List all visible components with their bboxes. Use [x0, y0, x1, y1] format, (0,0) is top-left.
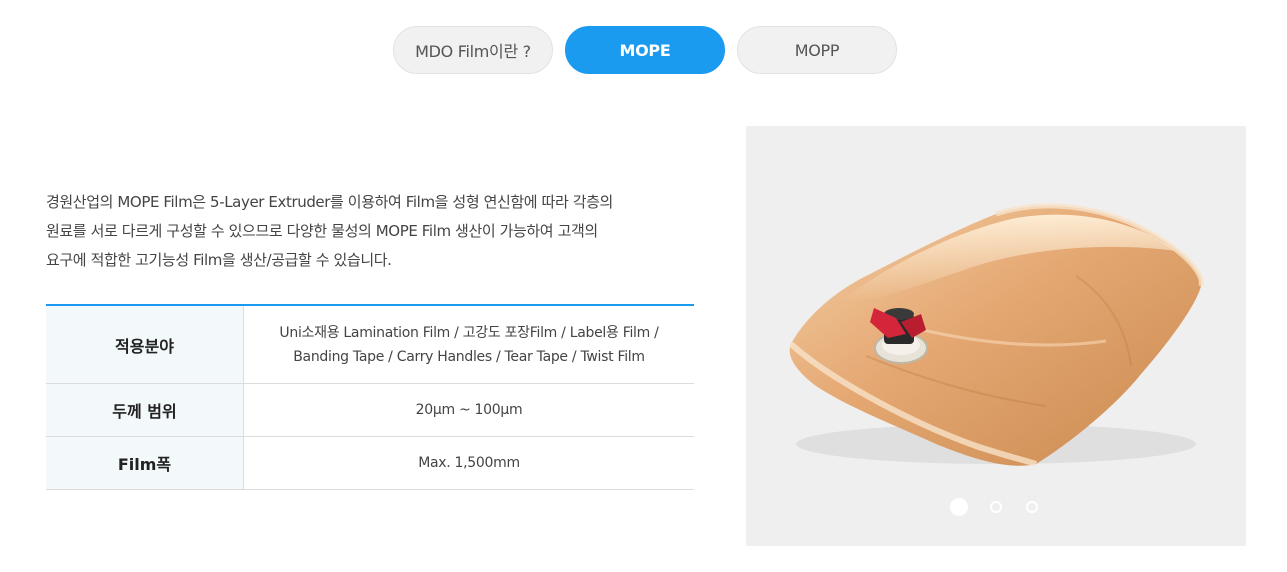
product-image-carousel — [746, 126, 1246, 546]
tab-bar: MDO Film이란 ? MOPE MOPP — [0, 26, 1287, 74]
spec-header-application: 적용분야 — [46, 305, 244, 384]
spec-value-thickness: 20μm ~ 100μm — [243, 383, 694, 437]
carousel-dot-1[interactable] — [950, 498, 968, 516]
description-line: 원료를 서로 다르게 구성할 수 있으므로 다양한 물성의 MOPE Film … — [46, 222, 598, 240]
carousel-dot-3[interactable] — [1026, 501, 1038, 513]
table-row: 적용분야 Uni소재용 Lamination Film / 고강도 포장Film… — [46, 305, 694, 384]
spec-value-line: Banding Tape / Carry Handles / Tear Tape… — [293, 348, 645, 365]
tab-mope[interactable]: MOPE — [565, 26, 725, 74]
product-description: 경원산업의 MOPE Film은 5-Layer Extruder를 이용하여 … — [46, 188, 696, 275]
description-line: 경원산업의 MOPE Film은 5-Layer Extruder를 이용하여 … — [46, 193, 613, 211]
spec-table: 적용분야 Uni소재용 Lamination Film / 고강도 포장Film… — [46, 304, 694, 490]
product-image — [788, 203, 1204, 467]
spec-value-application: Uni소재용 Lamination Film / 고강도 포장Film / La… — [243, 305, 694, 384]
spec-header-thickness: 두께 범위 — [46, 383, 244, 437]
spec-header-width: Film폭 — [46, 436, 244, 490]
spec-value-line: Uni소재용 Lamination Film / 고강도 포장Film / La… — [279, 324, 659, 341]
table-row: Film폭 Max. 1,500mm — [46, 436, 694, 490]
tab-mopp[interactable]: MOPP — [737, 26, 897, 74]
description-line: 요구에 적합한 고기능성 Film을 생산/공급할 수 있습니다. — [46, 251, 392, 269]
spec-value-width: Max. 1,500mm — [243, 436, 694, 490]
tab-mdo-film[interactable]: MDO Film이란 ? — [393, 26, 553, 74]
carousel-dot-2[interactable] — [990, 501, 1002, 513]
table-row: 두께 범위 20μm ~ 100μm — [46, 383, 694, 437]
